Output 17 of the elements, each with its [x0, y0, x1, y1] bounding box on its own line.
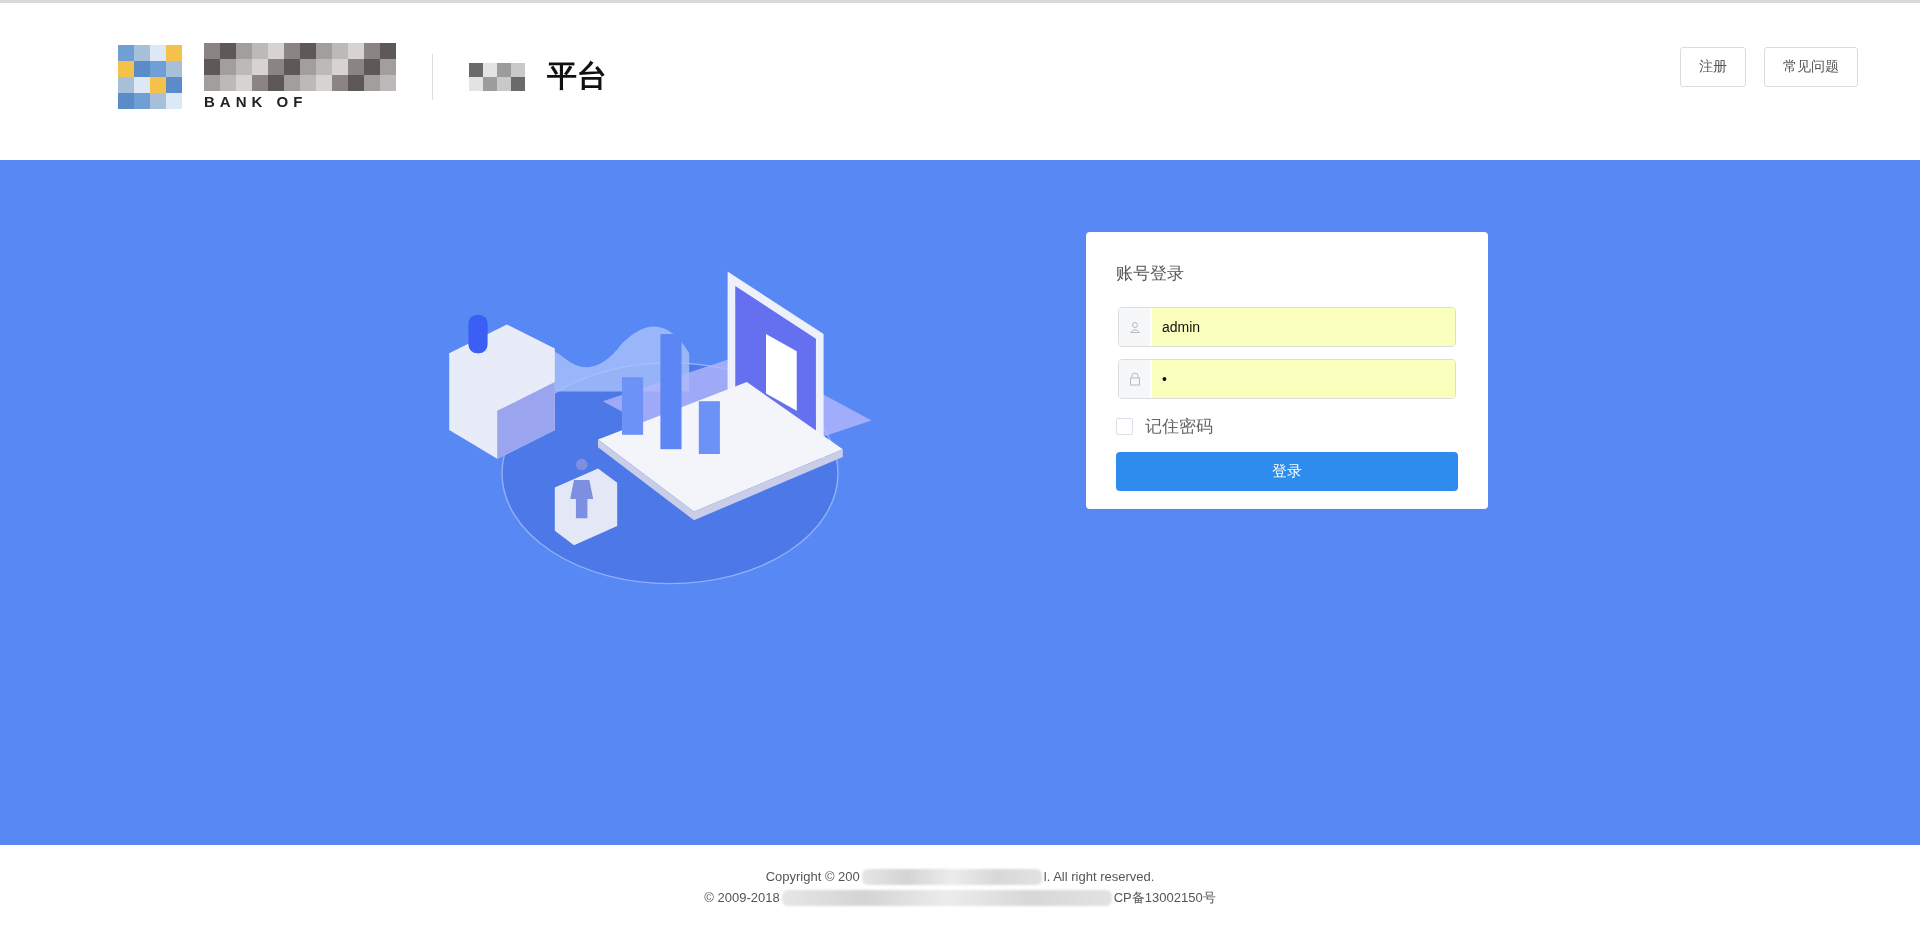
password-field[interactable]: • — [1118, 359, 1456, 399]
header-button[interactable]: 常见问题 — [1764, 46, 1858, 87]
remember-label: 记住密码 — [1145, 416, 1213, 438]
pixelated-word-drawing — [469, 62, 525, 91]
remember-checkbox[interactable] — [1116, 418, 1133, 435]
footer-text: Copyright © 200 — [765, 869, 860, 884]
login-title: 账号登录 — [1116, 263, 1185, 285]
footer-text: CP备13002150号 — [1113, 888, 1216, 907]
platform-title: 平台 — [547, 57, 607, 95]
pixelated-logo-icon — [118, 44, 182, 109]
logo-caption: BANK OF — [204, 93, 309, 110]
header-button[interactable]: 注册 — [1680, 46, 1746, 87]
footer-text: l. All right reserved. — [1043, 869, 1155, 884]
lock-icon — [1128, 372, 1141, 386]
user-icon — [1128, 321, 1141, 333]
footer-text: © 2009-2018 — [704, 890, 780, 905]
username-field[interactable]: admin — [1118, 307, 1456, 347]
